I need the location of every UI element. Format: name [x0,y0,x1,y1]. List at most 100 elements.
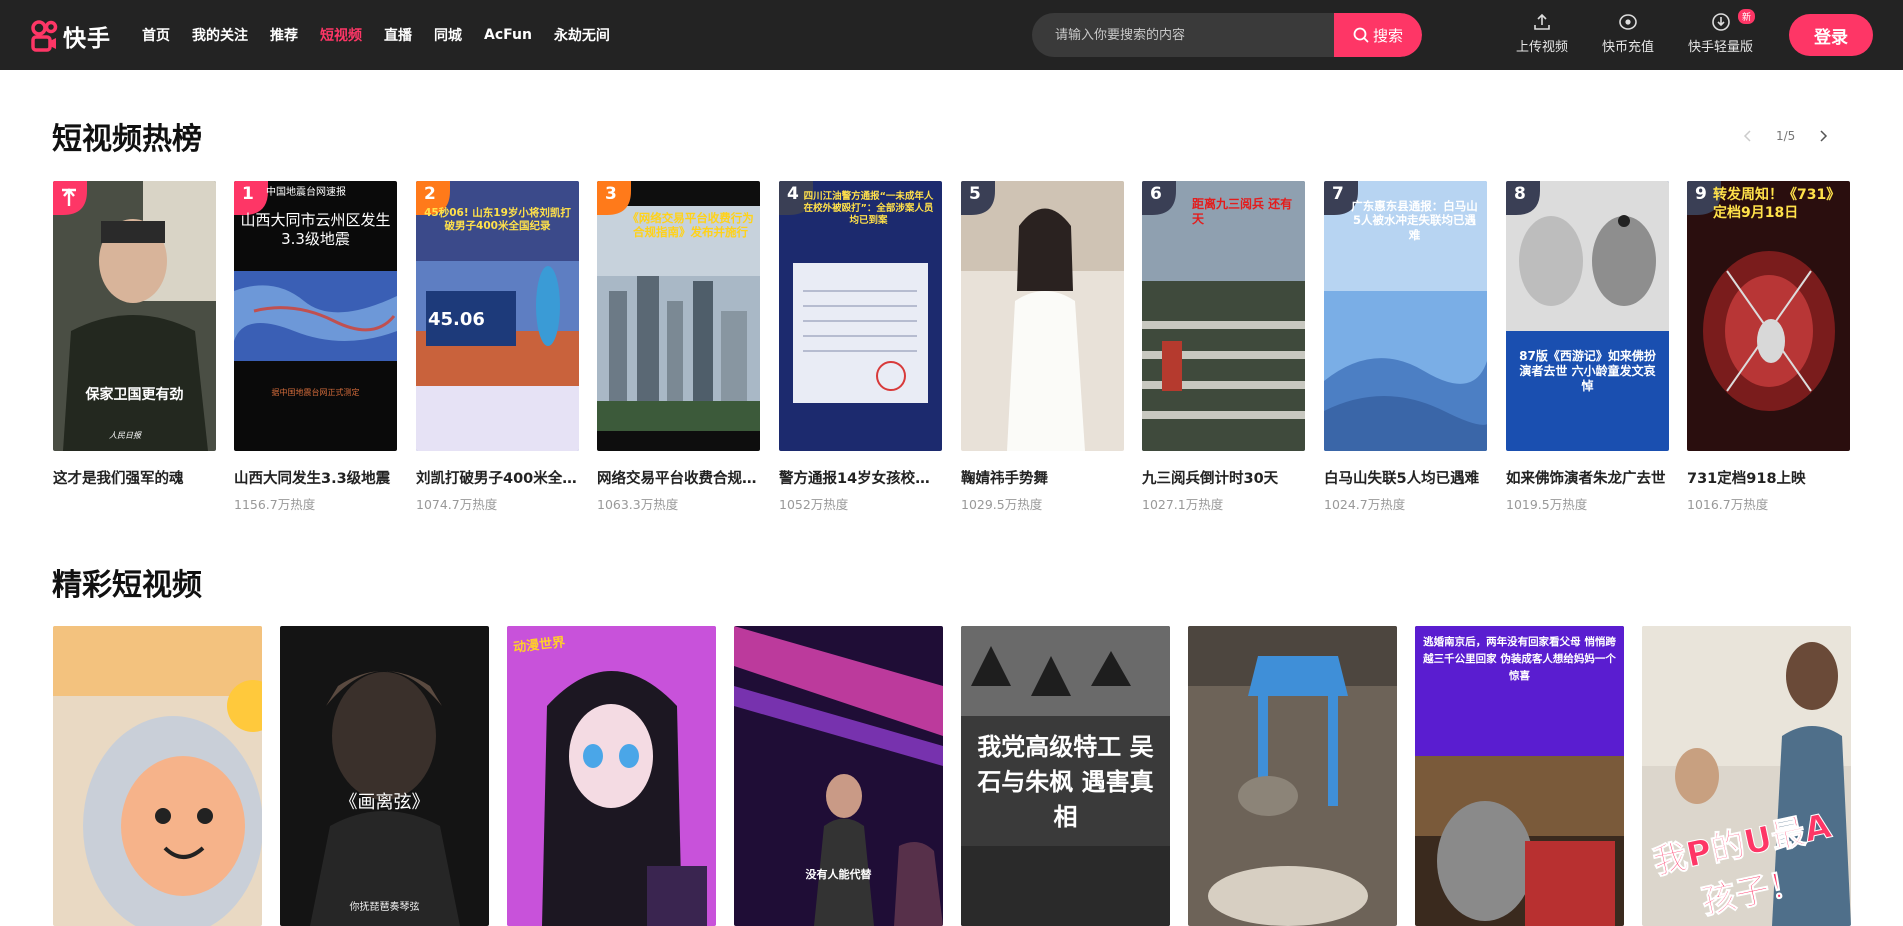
featured-video-card[interactable]: 我P的U最A 孩子！ [1642,626,1851,926]
thumbnail-subtitle: 没有人能代替 [805,868,872,881]
chevron-right-icon [1820,130,1828,142]
logo[interactable]: 快手 [30,19,111,53]
hot-card-title[interactable]: 警方通报14岁女孩校外被殴打 [779,467,942,488]
rank-badge: 8 [1506,181,1540,215]
top-bar: 快手 首页 我的关注 推荐 短视频 直播 同城 AcFun 永劫无间 搜索 上传… [0,0,1903,70]
nav-item-acfun[interactable]: AcFun [484,27,532,43]
hot-card-heat: 1063.3万热度 [597,497,679,512]
video-thumbnail: 2 45秒06! 山东19岁小将刘凯打破男子400米全国纪录 45.06 [416,181,579,451]
rank-number: 5 [969,184,981,204]
prev-page-button[interactable] [1736,126,1760,146]
upload-icon [1534,13,1550,30]
hot-card-title[interactable]: 九三阅兵倒计时30天 [1142,467,1305,488]
thumbnail-image [507,626,716,926]
chevron-left-icon [1743,130,1751,142]
thumbnail-caption: 87版《西游记》如来佛扮演者去世 六小龄童发文哀悼 [1519,349,1656,393]
search-button-label: 搜索 [1372,26,1403,45]
featured-video-card[interactable] [53,626,262,926]
search-button[interactable]: 搜索 [1334,13,1422,57]
hot-card-heat: 1027.1万热度 [1142,497,1224,512]
hot-card[interactable]: 5 鞠婧祎手势舞 1029.5万热度 [961,181,1124,513]
video-thumbnail: 5 [961,181,1124,451]
hot-card[interactable]: 8 87版《西游记》如来佛扮演者去世 六小龄童发文哀悼 如来佛饰演者朱龙广去世 … [1506,181,1669,513]
new-badge: 新 [1738,9,1756,24]
thumbnail-caption: 《画离弦》 [339,792,430,813]
main-nav: 首页 我的关注 推荐 短视频 直播 同城 AcFun 永劫无间 [142,0,632,70]
hot-card-heat: 1052万热度 [779,497,849,512]
search-icon [1353,27,1369,43]
thumbnail-image [53,181,216,451]
nav-item-local[interactable]: 同城 [434,25,462,45]
featured-title: 精彩短视频 [52,568,202,603]
featured-video-card[interactable]: 我党高级特工 吴石与朱枫 遇害真相 [961,626,1170,926]
featured-video-card[interactable] [1188,626,1397,926]
rank-number: 3 [605,184,617,204]
hot-card-title[interactable]: 网络交易平台收费合规指南发布 [597,467,760,488]
next-page-button[interactable] [1811,126,1835,146]
rank-number: 1 [242,184,254,204]
rank-badge: 6 [1142,181,1176,215]
hot-card-heat: 1074.7万热度 [416,497,498,512]
hot-card-title[interactable]: 鞠婧祎手势舞 [961,467,1124,488]
thumbnail-caption: 逃婚南京后，两年没有回家看父母 悄悄跨越三千公里回家 伪装成客人想给妈妈一个惊喜 [1423,636,1616,682]
hot-card-title[interactable]: 山西大同发生3.3级地震 [234,467,397,488]
hot-card-title[interactable]: 731定档918上映 [1687,467,1850,488]
featured-video-card[interactable]: 动漫世界 [507,626,716,926]
hot-card-title[interactable]: 刘凯打破男子400米全国纪录 [416,467,579,488]
hot-card-heat: 1024.7万热度 [1324,497,1406,512]
login-button[interactable]: 登录 [1789,14,1873,56]
featured-video-card[interactable]: 没有人能代替 [734,626,943,926]
rank-number: 9 [1695,184,1707,204]
hot-card[interactable]: 2 45秒06! 山东19岁小将刘凯打破男子400米全国纪录 45.06 刘凯打… [416,181,579,513]
hot-card[interactable]: 1 中国地震台网速报 山西大同市云州区发生3.3级地震 据中国地震台网正式测定 … [234,181,397,513]
thumbnail-source: 中国地震台网速报 [266,187,346,198]
upload-video-button[interactable]: 上传视频 [1516,12,1568,62]
nav-item-recommend[interactable]: 推荐 [270,25,298,45]
video-thumbnail: 1 中国地震台网速报 山西大同市云州区发生3.3级地震 据中国地震台网正式测定 [234,181,397,451]
search-input[interactable] [1032,13,1334,57]
thumbnail-score: 45.06 [428,309,485,330]
rank-badge: 5 [961,181,995,215]
thumbnail-image [961,181,1124,451]
coin-recharge-button[interactable]: 快币充值 [1602,12,1654,62]
hot-card-heat: 1016.7万热度 [1687,497,1769,512]
hot-card-title[interactable]: 白马山失联5人均已遇难 [1324,467,1487,488]
media-corner-label: 人民日报 [109,431,141,440]
hot-card-title[interactable]: 这才是我们强军的魂 [53,467,216,488]
hot-card-title[interactable]: 如来佛饰演者朱龙广去世 [1506,467,1669,488]
hot-card[interactable]: 3 《网络交易平台收费行为合规指南》发布并施行 网络交易平台收费合规指南发布 1… [597,181,760,513]
nav-item-following[interactable]: 我的关注 [192,25,248,45]
thumbnail-caption: 我党高级特工 吴石与朱枫 遇害真相 [977,733,1154,831]
hot-card[interactable]: 7 广东惠东县通报：白马山5人被水冲走失联均已遇难 白马山失联5人均已遇难 10… [1324,181,1487,513]
nav-item-naraka[interactable]: 永劫无间 [554,25,610,45]
hot-card[interactable]: 6 距离九三阅兵 还有 天 九三阅兵倒计时30天 1027.1万热度 [1142,181,1305,513]
rank-number: 4 [787,184,799,204]
video-thumbnail: 3 《网络交易平台收费行为合规指南》发布并施行 [597,181,760,451]
video-thumbnail: 7 广东惠东县通报：白马山5人被水冲走失联均已遇难 [1324,181,1487,451]
rank-badge: 1 [234,181,268,215]
hot-list: 保家卫国更有劲 人民日报 这才是我们强军的魂 1 中国地震台网速报 山西大同市云… [53,181,1853,521]
hot-card-heat: 1156.7万热度 [234,497,316,512]
thumbnail-image [1506,181,1669,451]
nav-item-short-video[interactable]: 短视频 [320,25,362,45]
featured-video-card[interactable]: 《画离弦》 你抚琵琶奏琴弦 [280,626,489,926]
video-thumbnail: 6 距离九三阅兵 还有 天 [1142,181,1305,451]
featured-video-card[interactable]: 逃婚南京后，两年没有回家看父母 悄悄跨越三千公里回家 伪装成客人想给妈妈一个惊喜 [1415,626,1624,926]
kuaishou-logo-icon [31,20,58,52]
rank-number: 6 [1150,184,1162,204]
nav-item-live[interactable]: 直播 [384,25,412,45]
thumbnail-caption: 山西大同市云州区发生3.3级地震 [240,211,391,248]
hot-card-heat: 1019.5万热度 [1506,497,1588,512]
video-thumbnail: 9 转发周知！《731》定档9月18日 [1687,181,1850,451]
thumbnail-caption: 四川江油警方通报“一未成年人在校外被殴打”：全部涉案人员均已到案 [803,191,934,226]
logo-text: 快手 [63,26,111,52]
rank-number: 8 [1514,184,1526,204]
hot-card[interactable]: 4 四川江油警方通报“一未成年人在校外被殴打”：全部涉案人员均已到案 警方通报1… [779,181,942,513]
hot-card[interactable]: 保家卫国更有劲 人民日报 这才是我们强军的魂 [53,181,216,494]
nav-item-home[interactable]: 首页 [142,25,170,45]
page-indicator: 1/5 [1776,129,1796,143]
video-thumbnail: 保家卫国更有劲 人民日报 [53,181,216,451]
lite-app-button[interactable]: 快手轻量版 新 [1688,9,1756,62]
hot-list-title: 短视频热榜 [52,122,202,157]
hot-card[interactable]: 9 转发周知！《731》定档9月18日 731定档918上映 1016.7万热度 [1687,181,1850,513]
